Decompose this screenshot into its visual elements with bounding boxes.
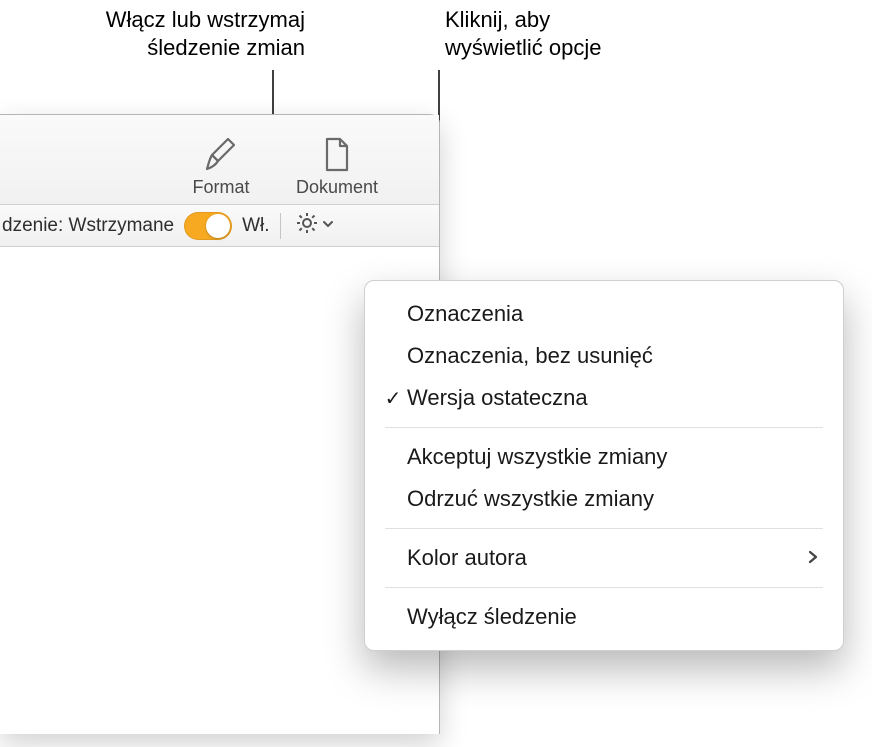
tracking-toggle[interactable] [184,212,232,240]
menu-item-markups-no-deletions[interactable]: Oznaczenia, bez usunięć [365,335,843,377]
chevron-right-icon [807,545,819,571]
format-button[interactable]: Format [175,133,267,198]
menu-separator [385,427,823,428]
menu-item-author-color[interactable]: Kolor autora [365,537,843,579]
document-label: Dokument [296,177,378,198]
separator [280,213,281,239]
toggle-knob [206,214,230,238]
menu-item-final[interactable]: ✓ Wersja ostateczna [365,377,843,419]
menu-item-markups[interactable]: Oznaczenia [365,293,843,335]
menu-separator [385,587,823,588]
menu-label: Wyłącz śledzenie [407,604,819,630]
tracking-status: dzenie: Wstrzymane [0,215,174,237]
toolbar: Format Dokument [0,115,439,205]
tracking-bar: dzenie: Wstrzymane Wł. [0,205,439,247]
chevron-down-icon [321,215,335,237]
document-button[interactable]: Dokument [291,133,383,198]
menu-label: Oznaczenia, bez usunięć [407,343,819,369]
menu-item-accept-all[interactable]: Akceptuj wszystkie zmiany [365,436,843,478]
menu-label: Akceptuj wszystkie zmiany [407,444,819,470]
menu-separator [385,528,823,529]
menu-label: Oznaczenia [407,301,819,327]
tracking-on-label: Wł. [242,215,269,237]
menu-label: Wersja ostateczna [407,385,819,411]
menu-label: Odrzuć wszystkie zmiany [407,486,819,512]
tracking-options-menu: Oznaczenia Oznaczenia, bez usunięć ✓ Wer… [364,280,844,651]
menu-item-turn-off[interactable]: Wyłącz śledzenie [365,596,843,638]
document-icon [322,133,352,177]
format-label: Format [192,177,249,198]
tracking-options-button[interactable] [291,209,339,243]
gear-icon [295,211,319,241]
menu-label: Kolor autora [407,545,807,571]
menu-item-reject-all[interactable]: Odrzuć wszystkie zmiany [365,478,843,520]
paintbrush-icon [204,133,238,177]
checkmark-icon: ✓ [379,386,407,411]
